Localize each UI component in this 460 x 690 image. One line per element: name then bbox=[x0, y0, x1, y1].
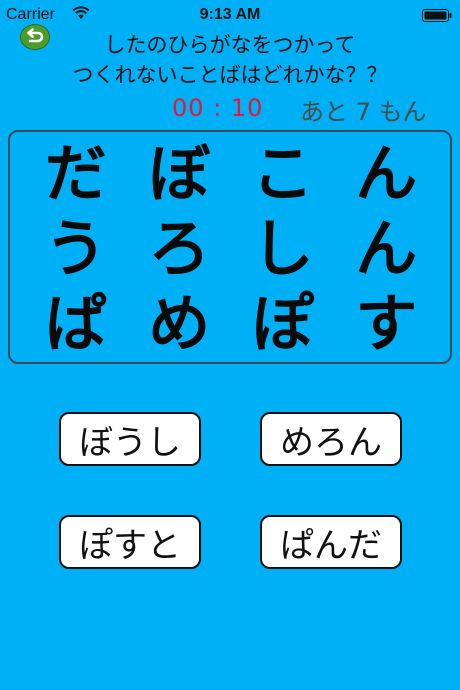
kana-cell: ん bbox=[355, 211, 418, 285]
answer-button-1[interactable]: ぼうし bbox=[59, 412, 201, 466]
kana-cell: こ bbox=[251, 136, 314, 210]
battery-icon bbox=[422, 9, 452, 22]
kana-grid: だ ぼ こ ん う ろ し ん ぱ め ぽ す bbox=[24, 136, 438, 361]
status-time: 9:13 AM bbox=[199, 6, 261, 23]
remaining-questions: あと 7 もん bbox=[300, 98, 427, 126]
answer-button-2[interactable]: めろん bbox=[260, 412, 402, 466]
kana-cell: だ bbox=[44, 136, 107, 210]
kana-cell: め bbox=[148, 286, 211, 360]
answer-button-4[interactable]: ぱんだ bbox=[260, 515, 402, 569]
kana-cell: ぼ bbox=[148, 136, 211, 210]
kana-cell: う bbox=[44, 211, 107, 285]
kana-cell: ぱ bbox=[44, 286, 107, 360]
timer: 00 : 10 bbox=[172, 94, 264, 122]
kana-cell: ぽ bbox=[251, 286, 314, 360]
kana-cell: ん bbox=[355, 136, 418, 210]
status-bar: Carrier 9:13 AM bbox=[0, 0, 460, 30]
question-line-2: つくれないことばはどれかな？？ bbox=[72, 63, 388, 87]
kana-board: だ ぼ こ ん う ろ し ん ぱ め ぽ す bbox=[8, 130, 452, 364]
kana-cell: し bbox=[251, 211, 314, 285]
kana-cell: ろ bbox=[148, 211, 211, 285]
question-text: したのひらがなをつかって つくれないことばはどれかな？？ bbox=[40, 30, 420, 90]
answer-button-3[interactable]: ぽすと bbox=[59, 515, 201, 569]
question-line-1: したのひらがなをつかって bbox=[104, 33, 356, 57]
kana-cell: す bbox=[355, 286, 418, 360]
